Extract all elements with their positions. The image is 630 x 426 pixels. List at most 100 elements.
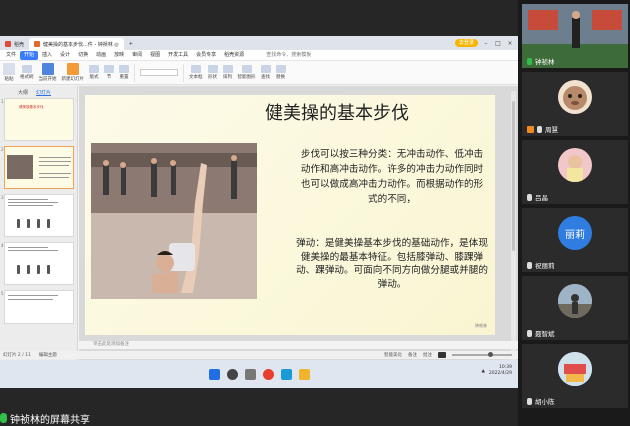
font-select[interactable]	[140, 69, 178, 76]
search-icon	[260, 65, 271, 73]
paste-icon	[3, 63, 15, 75]
menu-slideshow[interactable]: 放映	[110, 51, 128, 60]
menu-file[interactable]: 文件	[2, 51, 20, 60]
mic-icon	[0, 413, 7, 423]
participant-tile[interactable]: 胡小陈	[522, 344, 628, 408]
close-icon[interactable]: ×	[506, 40, 514, 47]
participant-tile[interactable]: 聂智斌	[522, 276, 628, 340]
maximize-icon[interactable]: □	[494, 40, 502, 47]
reset-icon	[119, 65, 129, 73]
slide-photo[interactable]	[91, 143, 257, 299]
theme-label[interactable]: 编辑主题	[39, 352, 57, 358]
slide-thumbnail-selected[interactable]: 2	[1, 146, 74, 189]
menu-animation[interactable]: 动画	[92, 51, 110, 60]
network-icon[interactable]: ▲	[481, 369, 484, 374]
windows-start-icon[interactable]	[208, 368, 220, 380]
notes-toggle[interactable]: 备注	[408, 352, 417, 358]
slide-title[interactable]: 健美操的基本步伐	[265, 99, 409, 125]
tab-docer[interactable]: 稻壳	[0, 38, 29, 50]
smartart-icon	[241, 65, 252, 73]
participant-tile[interactable]: 周慧	[522, 72, 628, 136]
participant-list: 钟祯林 周慧 吕晶 丽莉 祝丽莉 聂智斌 胡小陈	[518, 0, 630, 426]
notes-field[interactable]: 单击此处添加备注	[79, 341, 518, 349]
tab-slides[interactable]: 幻灯片	[36, 89, 52, 96]
system-tray: ▲ 10:39 2022/4/29	[481, 365, 512, 377]
menu-transition[interactable]: 切换	[74, 51, 92, 60]
tab-label: 稻壳	[14, 41, 25, 48]
ribbon-divider	[183, 63, 184, 82]
smartart-button[interactable]: 智能图形	[238, 65, 256, 80]
clock[interactable]: 10:39 2022/4/29	[489, 365, 512, 377]
avatar: 丽莉	[558, 216, 592, 250]
slide-thumbnail-panel: 大纲 幻灯片 1 健美操基本步伐 2 3 4 5	[0, 86, 78, 387]
shape-icon	[207, 65, 218, 73]
participant-tile[interactable]: 钟祯林	[522, 4, 628, 68]
new-slide-button[interactable]: 新建幻灯片	[62, 63, 84, 82]
slide-paragraph-1[interactable]: 步伐可以按三种分类：无冲击动作、低冲击动作和高冲击动作。许多的冲击力动作同时也可…	[297, 147, 487, 207]
menu-developer[interactable]: 开发工具	[164, 51, 192, 60]
slide-paragraph-2[interactable]: 弹动：是健美操基本步伐的基础动作，是体现健美操的最基本特征。包括膝弹动、膝踝弹动…	[295, 237, 489, 291]
slide-thumbnail[interactable]: 4	[1, 242, 74, 285]
menu-design[interactable]: 设计	[56, 51, 74, 60]
play-icon[interactable]	[438, 352, 446, 358]
ribbon-toolbar: 粘贴 格式刷 当前开始 新建幻灯片 版式 节 重置 文本框 形状 排列 智能图形…	[0, 61, 518, 85]
slide-thumbnail[interactable]: 3	[1, 194, 74, 237]
menu-insert[interactable]: 插入	[38, 51, 56, 60]
menu-member[interactable]: 会员专享	[192, 51, 220, 60]
tab-outline[interactable]: 大纲	[18, 89, 28, 96]
thumb-title: 健美操基本步伐	[19, 105, 44, 109]
minimize-icon[interactable]: –	[482, 40, 490, 47]
avatar	[558, 284, 592, 318]
mic-icon	[527, 261, 532, 269]
replace-button[interactable]: 替换	[275, 65, 286, 80]
new-slide-icon	[66, 63, 79, 75]
edge-icon[interactable]	[280, 368, 292, 380]
find-button[interactable]: 查找	[260, 65, 271, 80]
current-slide[interactable]: 健美操的基本步伐 步伐可以按三种分类：无冲击动作、低冲击动作和高冲击动作。许多的…	[85, 95, 495, 335]
smart-beautify-button[interactable]: 智能美化	[384, 352, 402, 358]
search-icon[interactable]	[226, 368, 238, 380]
slide-thumbnail[interactable]: 5	[1, 290, 74, 324]
wps-icon[interactable]	[262, 368, 274, 380]
screen-share-label: 钟祯林的屏幕共享	[0, 410, 90, 426]
meeting-window: 稻壳 健美操的基本步伐...件 - 钟祯林 ◎ + 去登录 – □ × 文件 开…	[0, 0, 630, 426]
new-tab-button[interactable]: +	[124, 38, 138, 50]
login-pill[interactable]: 去登录	[454, 39, 478, 47]
avatar	[558, 352, 592, 386]
shape-button[interactable]: 形状	[207, 65, 218, 80]
tab-presentation[interactable]: 健美操的基本步伐...件 - 钟祯林 ◎	[29, 38, 124, 50]
slide-counter: 幻灯片 2 / 11	[3, 353, 31, 358]
section-button[interactable]: 节	[104, 65, 114, 80]
mic-icon	[537, 125, 542, 133]
menu-review[interactable]: 审阅	[128, 51, 146, 60]
menu-home[interactable]: 开始	[20, 50, 39, 60]
windows-taskbar: ▲ 10:39 2022/4/29	[0, 360, 518, 388]
mic-icon	[527, 397, 532, 405]
textbox-button[interactable]: 文本框	[189, 65, 203, 80]
menu-docer[interactable]: 稻壳资源	[220, 51, 248, 60]
participant-tile[interactable]: 丽莉 祝丽莉	[522, 208, 628, 272]
slide-thumbnail[interactable]: 1 健美操基本步伐	[1, 98, 74, 141]
layout-button[interactable]: 版式	[89, 65, 99, 80]
section-icon	[104, 65, 114, 73]
vertical-scrollbar[interactable]	[511, 91, 516, 376]
command-search[interactable]: 查找命令、搜索模板	[262, 51, 315, 60]
menu-view[interactable]: 视图	[146, 51, 164, 60]
arrange-icon	[222, 65, 233, 73]
play-from-current-button[interactable]: 当前开始	[39, 63, 57, 82]
reset-button[interactable]: 重置	[119, 65, 129, 80]
arrange-button[interactable]: 排列	[222, 65, 233, 80]
participant-tile[interactable]: 吕晶	[522, 140, 628, 204]
comments-toggle[interactable]: 批注	[423, 352, 432, 358]
status-bar: 幻灯片 2 / 11 编辑主题 智能美化 备注 批注	[0, 351, 518, 359]
folder-icon[interactable]	[298, 368, 310, 380]
zoom-slider[interactable]	[452, 352, 512, 357]
paste-button[interactable]: 粘贴	[3, 63, 15, 82]
ppt-icon	[34, 41, 41, 47]
avatar	[558, 148, 592, 182]
docer-icon	[5, 41, 11, 47]
mic-icon	[527, 329, 532, 337]
format-painter-button[interactable]: 格式刷	[20, 65, 34, 80]
mic-icon	[527, 193, 532, 201]
task-view-icon[interactable]	[244, 368, 256, 380]
